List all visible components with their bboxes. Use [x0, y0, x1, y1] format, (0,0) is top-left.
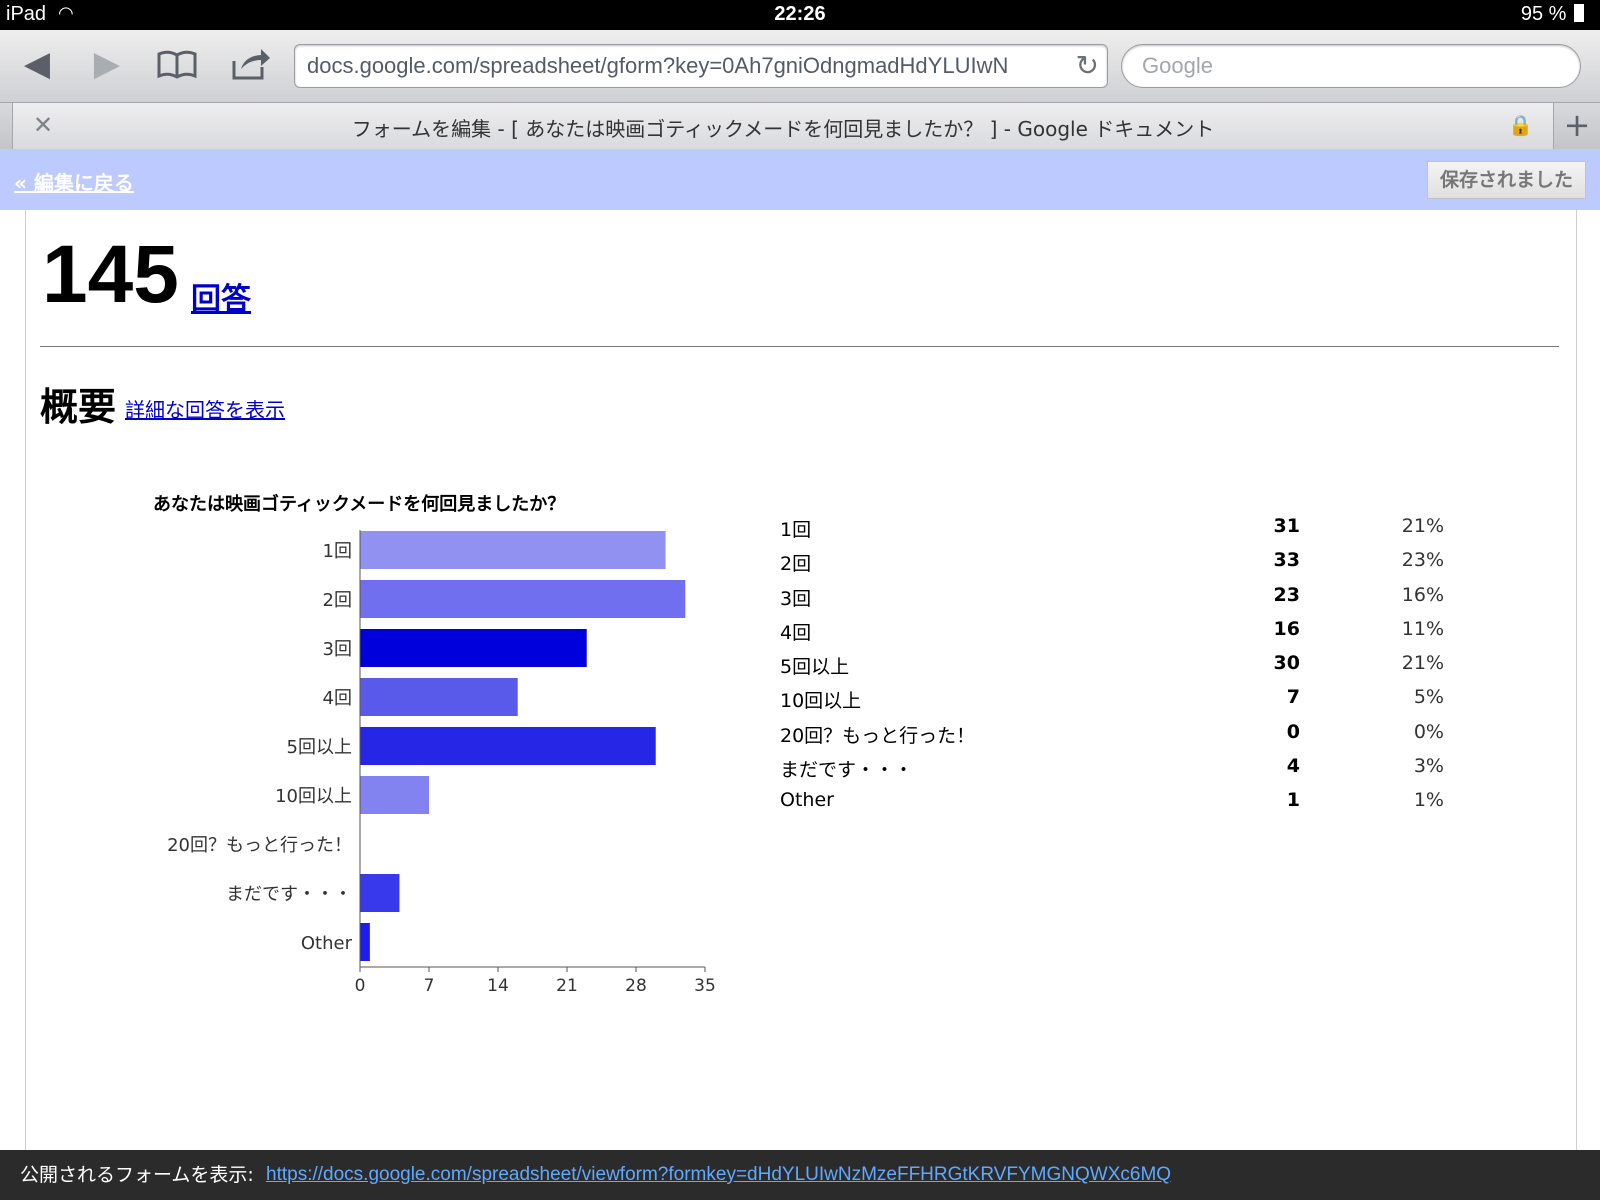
row-count: 33: [1273, 549, 1300, 572]
row-label: Other: [780, 789, 834, 812]
row-percent: 16%: [1401, 583, 1444, 606]
back-to-edit-link[interactable]: « 編集に戻る: [14, 167, 134, 196]
row-label: 5回以上: [780, 656, 850, 679]
url-text: docs.google.com/spreadsheet/gform?key=0A…: [307, 53, 1009, 78]
row-percent: 5%: [1413, 686, 1444, 709]
row-count: 16: [1273, 617, 1300, 640]
bar: [360, 923, 370, 961]
row-label: 3回: [780, 587, 812, 610]
category-label: Other: [301, 933, 353, 954]
row-label: 2回: [780, 553, 812, 576]
bar: [360, 629, 587, 667]
form-header-bar: « 編集に戻る 保存されました: [0, 149, 1600, 210]
table-row: 10回以上 7 5%: [780, 686, 1450, 720]
table-row: まだです・・・ 4 3%: [780, 755, 1450, 789]
question-title: あなたは映画ゴティックメードを何回見ましたか？: [153, 494, 566, 515]
summary-title: 概要: [40, 385, 117, 429]
table-row: 1回 31 21%: [780, 515, 1450, 549]
reload-icon[interactable]: ↻: [1076, 45, 1099, 87]
row-count: 31: [1273, 515, 1300, 537]
back-arrow-icon[interactable]: ◀: [12, 42, 62, 86]
category-label: 3回: [323, 639, 352, 660]
bar: [360, 678, 518, 716]
table-row: 5回以上 30 21%: [780, 652, 1450, 686]
row-percent: 1%: [1413, 789, 1444, 812]
row-count: 30: [1273, 652, 1300, 675]
row-count: 4: [1286, 755, 1300, 778]
x-tick-label: 7: [424, 976, 435, 996]
table-row: 2回 33 23%: [780, 549, 1450, 583]
x-tick-label: 21: [556, 976, 578, 996]
new-tab-plus-icon[interactable]: +: [1554, 103, 1600, 149]
row-percent: 21%: [1401, 652, 1444, 675]
public-form-label: 公開されるフォームを表示:: [20, 1164, 254, 1186]
close-icon[interactable]: ✕: [33, 111, 53, 139]
divider: [40, 346, 1559, 347]
category-label: 10回以上: [275, 786, 352, 807]
category-label: 20回？もっと行った！: [167, 835, 352, 856]
battery-indicator: 95 %: [1521, 3, 1584, 26]
forward-arrow-icon[interactable]: ▶: [82, 42, 132, 86]
bar: [360, 776, 429, 814]
bar: [360, 580, 686, 618]
share-icon[interactable]: [226, 42, 276, 86]
response-count: 145: [42, 229, 179, 320]
active-tab[interactable]: ✕ フォームを編集 - [ あなたは映画ゴティックメードを何回見ましたか？ ] …: [12, 103, 1554, 149]
row-label: 4回: [780, 621, 812, 644]
row-percent: 0%: [1413, 720, 1444, 743]
browser-toolbar: ◀ ▶ docs.google.com/spreadsheet/gform?ke…: [0, 30, 1600, 103]
bar: [360, 727, 656, 765]
row-count: 7: [1286, 686, 1300, 709]
saved-button[interactable]: 保存されました: [1426, 161, 1586, 199]
clock: 22:26: [774, 3, 826, 25]
bookmarks-book-icon[interactable]: [152, 42, 202, 86]
row-label: まだです・・・: [780, 759, 914, 782]
category-label: 1回: [323, 541, 352, 562]
table-row: 4回 16 11%: [780, 618, 1450, 652]
search-input[interactable]: Google: [1121, 44, 1581, 88]
category-label: 2回: [323, 590, 352, 611]
table-row: 3回 23 16%: [780, 584, 1450, 618]
table-row: Other 1 1%: [780, 789, 1450, 823]
address-bar[interactable]: docs.google.com/spreadsheet/gform?key=0A…: [294, 44, 1108, 88]
detailed-responses-link[interactable]: 詳細な回答を表示: [125, 394, 285, 423]
bar: [360, 531, 666, 569]
status-bar: iPad ◠ 22:26 95 %: [0, 0, 1600, 30]
category-label: 4回: [323, 688, 352, 709]
x-tick-label: 14: [487, 976, 509, 996]
row-label: 20回？もっと行った！: [780, 724, 976, 747]
x-tick-label: 35: [694, 976, 716, 996]
row-count: 1: [1286, 789, 1300, 812]
footer-bar: 公開されるフォームを表示: https://docs.google.com/sp…: [0, 1150, 1600, 1200]
x-tick-label: 0: [355, 976, 366, 996]
bar-chart: 1回 2回 3回 4回 5回以上 10回以上 20回？もっと行った！ まだです・・・ Other…: [167, 530, 716, 996]
table-row: 20回？もっと行った！ 0 0%: [780, 721, 1450, 755]
row-label: 1回: [780, 519, 812, 541]
row-count: 23: [1273, 583, 1300, 606]
bar: [360, 874, 400, 912]
responses-link[interactable]: 回答: [191, 274, 251, 318]
row-count: 0: [1286, 720, 1300, 743]
row-label: 10回以上: [780, 690, 862, 713]
public-form-link[interactable]: https://docs.google.com/spreadsheet/view…: [266, 1150, 1171, 1200]
category-label: 5回以上: [287, 737, 352, 758]
category-label: まだです・・・: [226, 884, 352, 905]
row-percent: 11%: [1401, 617, 1444, 640]
battery-icon: [1574, 4, 1584, 22]
lock-icon: 🔒: [1508, 113, 1533, 137]
battery-percent: 95 %: [1520, 3, 1567, 25]
row-percent: 21%: [1401, 515, 1444, 537]
tab-title: フォームを編集 - [ あなたは映画ゴティックメードを何回見ましたか？ ] - …: [351, 117, 1215, 141]
tab-strip: ✕ フォームを編集 - [ あなたは映画ゴティックメードを何回見ましたか？ ] …: [0, 103, 1600, 150]
row-percent: 3%: [1413, 755, 1444, 778]
x-tick-label: 28: [625, 976, 647, 996]
row-percent: 23%: [1401, 549, 1444, 572]
summary-table: 1回 31 21% 2回 33 23% 3回 23 16% 4回 16 11% 5回以上 30 21% 10回…: [780, 515, 1450, 824]
